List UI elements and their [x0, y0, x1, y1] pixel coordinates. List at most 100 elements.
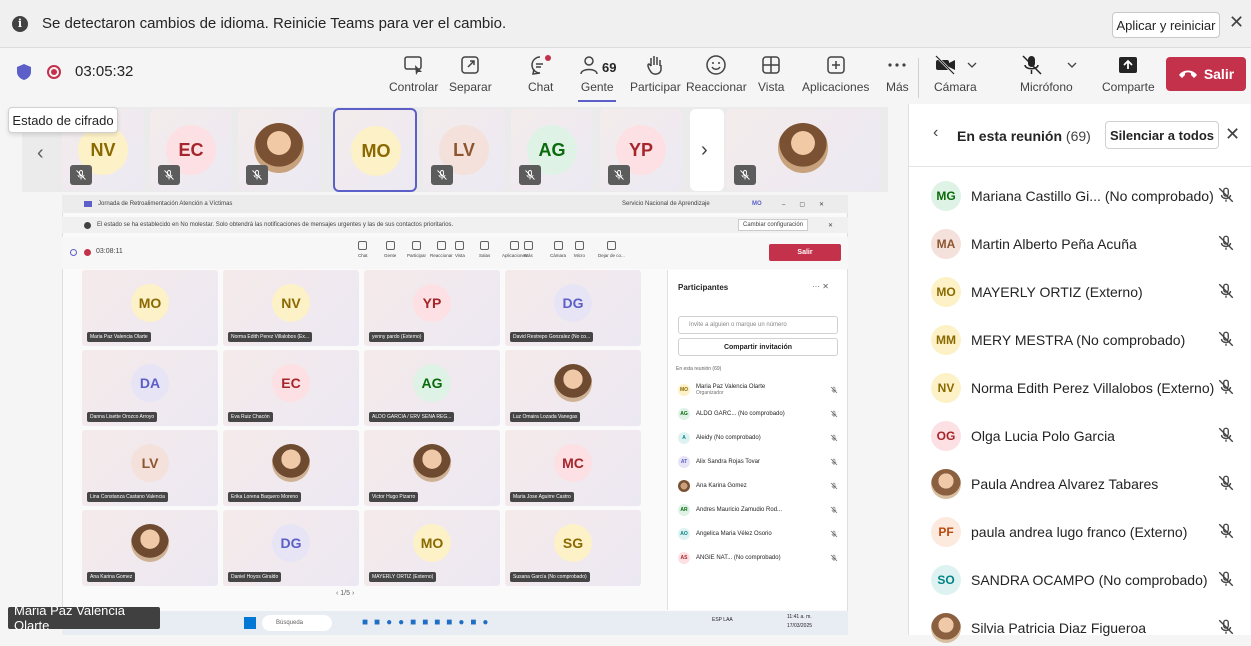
more-button[interactable]: Más	[886, 54, 909, 94]
shared-invite-field: Invite a alguien o marque un número	[678, 316, 838, 334]
shared-video-tile: AG ALDO GARCIA / ERV SENA REG...	[364, 350, 500, 426]
shared-toolbar-label: Cámara	[550, 253, 567, 258]
people-button[interactable]: 69 Gente	[578, 54, 616, 94]
participant-name-label: Lina Constanza Castano Valencia	[87, 492, 168, 502]
taskbar-lang: ESP LAA	[712, 617, 733, 623]
strip-tile[interactable]	[238, 109, 320, 191]
encryption-tooltip: Estado de cifrado	[8, 107, 118, 133]
mic-chevron-down-icon[interactable]	[1066, 60, 1078, 70]
camera-button[interactable]: Cámara	[934, 54, 978, 94]
control-button[interactable]: Controlar	[389, 54, 438, 94]
leave-button[interactable]: Salir	[1166, 57, 1246, 91]
participant-row[interactable]: OG Olga Lucia Polo Garcia	[931, 418, 1241, 454]
strip-next-button[interactable]: ›	[690, 109, 724, 191]
control-label: Controlar	[389, 80, 439, 94]
mic-off-icon	[525, 170, 535, 180]
shared-toolbar-icon	[358, 241, 368, 250]
participant-name-label: Susana García (No comprobado)	[510, 572, 590, 582]
shared-video-tile: Ana Karina Gomez	[82, 510, 218, 586]
view-button[interactable]: Vista	[758, 54, 784, 94]
participant-name: Alix Sandra Rojas Tovar	[696, 459, 760, 465]
shared-toolbar-item: Más	[524, 241, 533, 258]
participant-name: Ana Karina Gomez	[696, 483, 747, 489]
muted-badge	[70, 165, 92, 185]
more-icon	[888, 63, 906, 67]
shared-participant-row: AS ANGIE NAT... (No comprobado)	[678, 548, 838, 568]
mic-off-icon	[740, 170, 750, 180]
pop-out-icon	[461, 56, 480, 74]
separate-button[interactable]: Separar	[449, 54, 492, 94]
participant-row[interactable]: MG Mariana Castillo Gi... (No comprobado)	[931, 178, 1241, 214]
shared-toolbar-icon	[455, 241, 465, 250]
chat-button[interactable]: Chat	[528, 54, 553, 94]
mic-off-status-icon	[1217, 474, 1235, 492]
mic-off-status-icon	[1217, 570, 1235, 588]
info-icon: i	[12, 15, 28, 32]
shared-toolbar-item: Chat	[358, 241, 368, 258]
people-active-indicator	[578, 100, 616, 102]
participant-avatar: AG	[413, 364, 451, 402]
panel-count: (69)	[1065, 128, 1091, 144]
strip-tile[interactable]	[726, 109, 881, 191]
participant-row[interactable]: MM MERY MESTRA (No comprobado)	[931, 322, 1241, 358]
participant-row[interactable]: PF paula andrea lugo franco (Externo)	[931, 514, 1241, 550]
view-grid-icon	[762, 56, 780, 74]
share-label: Comparte	[1102, 80, 1155, 94]
toolbar-divider	[918, 58, 919, 98]
shared-participant-row: AG ALDO GARC... (No comprobado)	[678, 404, 838, 424]
apps-button[interactable]: Aplicaciones	[802, 54, 869, 94]
strip-prev-icon[interactable]: ‹	[37, 142, 44, 165]
strip-tile[interactable]: EC	[150, 109, 232, 191]
shared-window-controls: –▢✕	[782, 201, 839, 208]
emoji-icon	[706, 55, 727, 75]
participant-name-block: Andres Mauricio Zamudio Rod...	[696, 507, 830, 513]
participant-row[interactable]: Silvia Patricia Diaz Figueroa	[931, 610, 1241, 646]
microphone-button[interactable]: Micrófono	[1020, 54, 1078, 94]
shared-toolbar-label: Dejar de co...	[598, 253, 625, 258]
participant-row[interactable]: SO SANDRA OCAMPO (No comprobado)	[931, 562, 1241, 598]
shared-window-title: Jornada de Retroalimentación Atención a …	[98, 201, 233, 207]
chat-label: Chat	[528, 80, 554, 94]
share-button[interactable]: Comparte	[1102, 54, 1155, 94]
shared-video-grid: MO Maria Paz Valencia Olarte NV Norma Edith…	[82, 270, 662, 604]
participant-row[interactable]: MO MAYERLY ORTIZ (Externo)	[931, 274, 1241, 310]
raise-hand-button[interactable]: Participar	[630, 54, 681, 94]
participant-name: Martin Alberto Peña Acuña	[971, 236, 1137, 252]
shared-shield-icon	[70, 249, 77, 256]
people-count: 69	[602, 59, 617, 75]
react-button[interactable]: Reaccionar	[686, 54, 747, 94]
camera-chevron-down-icon[interactable]	[966, 60, 978, 70]
participant-avatar: YP	[413, 284, 451, 322]
strip-tile[interactable]: LV	[423, 109, 505, 191]
participant-name-label: Victor Hugo Pizarro	[369, 492, 419, 502]
participant-row[interactable]: MA Martin Alberto Peña Acuña	[931, 226, 1241, 262]
participant-name-block: Alix Sandra Rojas Tovar	[696, 459, 830, 465]
shared-pager-value: 1/5	[340, 590, 351, 597]
mute-all-button[interactable]: Silenciar a todos	[1105, 121, 1219, 149]
shared-toolbar-label: Participar	[407, 253, 427, 258]
shared-video-tile: LV Lina Constanza Castano Valencia	[82, 430, 218, 506]
shared-toolbar-item: Gente	[384, 241, 396, 258]
mic-off-icon	[1218, 571, 1234, 587]
shared-video-tile: MO MAYERLY ORTIZ (Externo)	[364, 510, 500, 586]
mic-status-icon	[830, 386, 838, 394]
participant-avatar: SG	[554, 524, 592, 562]
participant-avatar: AG	[678, 408, 690, 420]
mic-off-status-icon	[1217, 330, 1235, 348]
shared-toolbar-icon	[480, 241, 490, 250]
panel-close-icon[interactable]: ✕	[1225, 124, 1240, 145]
participant-row[interactable]: Paula Andrea Alvarez Tabares	[931, 466, 1241, 502]
encryption-shield-icon[interactable]	[17, 64, 31, 80]
participant-row[interactable]: NV Norma Edith Perez Villalobos (Externo)	[931, 370, 1241, 406]
strip-tile[interactable]: YP	[600, 109, 682, 191]
panel-divider	[909, 166, 1251, 167]
back-chevron-icon[interactable]: ‹	[933, 124, 938, 142]
strip-tile[interactable]: AG	[511, 109, 593, 191]
shared-participant-row: MO Maria Paz Valencia Olarte Organizador	[678, 380, 838, 400]
apply-restart-button[interactable]: Aplicar y reiniciar	[1112, 12, 1220, 38]
mic-off-icon	[76, 170, 86, 180]
shared-toolbar-item: Salas	[479, 241, 490, 258]
strip-tile[interactable]: MO	[333, 108, 417, 192]
mic-off-status-icon	[1217, 186, 1235, 204]
banner-close-icon[interactable]: ✕	[1229, 12, 1244, 33]
